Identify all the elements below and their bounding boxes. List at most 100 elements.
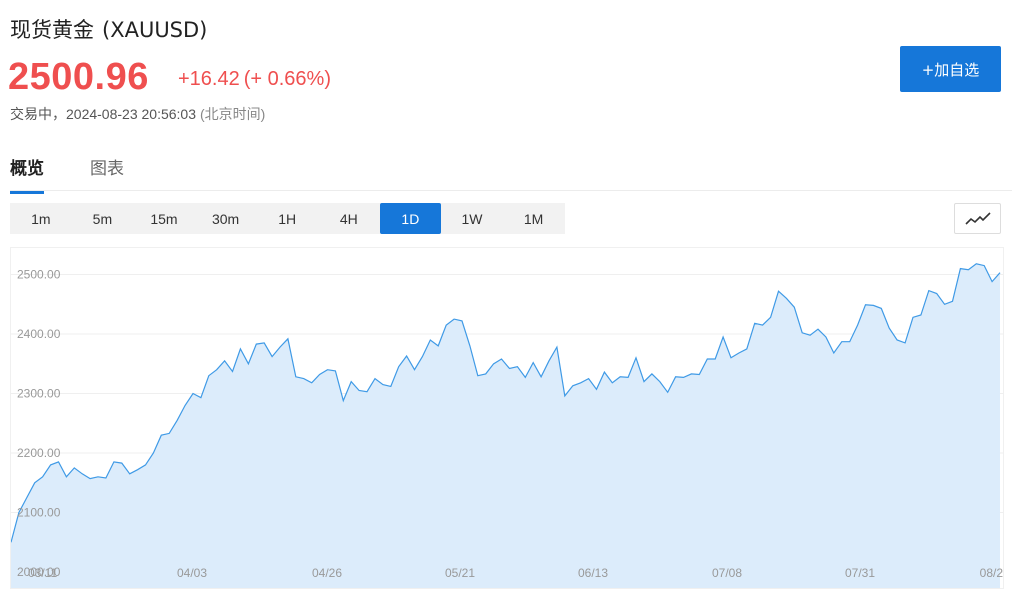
data-point	[501, 358, 502, 359]
data-point	[272, 356, 273, 357]
y-tick-label: 2300.00	[17, 387, 61, 401]
data-point	[541, 376, 542, 377]
data-point	[849, 341, 850, 342]
x-tick-label: 06/13	[578, 566, 608, 580]
trading-status-time: 交易中，2024-08-23 20:56:03	[10, 106, 196, 122]
data-point	[42, 476, 43, 477]
instrument-title: 现货黄金 (XAUUSD)	[10, 14, 207, 44]
period-5m[interactable]: 5m	[72, 203, 134, 234]
data-point	[738, 352, 739, 353]
data-point	[667, 392, 668, 393]
data-point	[311, 382, 312, 383]
data-point	[454, 319, 455, 320]
data-point	[675, 376, 676, 377]
data-point	[26, 497, 27, 498]
data-point	[192, 393, 193, 394]
data-point	[485, 373, 486, 374]
data-point	[596, 389, 597, 390]
data-point	[446, 325, 447, 326]
period-1h[interactable]: 1H	[256, 203, 318, 234]
data-point	[517, 366, 518, 367]
data-point	[477, 375, 478, 376]
data-point	[406, 355, 407, 356]
data-point	[707, 358, 708, 359]
data-point	[564, 395, 565, 396]
data-point	[295, 376, 296, 377]
data-point	[287, 338, 288, 339]
data-point	[319, 374, 320, 375]
data-point	[643, 381, 644, 382]
period-1w[interactable]: 1W	[441, 203, 503, 234]
data-point	[762, 325, 763, 326]
period-30m[interactable]: 30m	[195, 203, 257, 234]
data-point	[960, 268, 961, 269]
price-change-percent: (+ 0.66%)	[243, 68, 331, 90]
data-point	[786, 298, 787, 299]
timezone-label: (北京时间)	[200, 106, 266, 122]
data-point	[968, 269, 969, 270]
data-point	[928, 290, 929, 291]
data-point	[897, 339, 898, 340]
data-point	[659, 381, 660, 382]
data-point	[770, 317, 771, 318]
period-1m[interactable]: 1m	[10, 203, 72, 234]
data-point	[817, 329, 818, 330]
data-point	[509, 368, 510, 369]
data-point	[841, 341, 842, 342]
data-point	[651, 373, 652, 374]
data-point	[34, 482, 35, 483]
data-point	[74, 467, 75, 468]
y-tick-label: 2100.00	[17, 506, 61, 520]
current-price: 2500.96	[8, 56, 149, 98]
data-point	[999, 272, 1000, 273]
data-point	[730, 357, 731, 358]
data-point	[588, 378, 589, 379]
data-point	[857, 325, 858, 326]
x-tick-label: 04/26	[312, 566, 342, 580]
chart-type-button[interactable]	[954, 203, 1001, 234]
period-1mo[interactable]: 1M	[503, 203, 565, 234]
data-point	[556, 347, 557, 348]
price-chart-svg: 2500.002400.002300.002200.002100.002000.…	[11, 263, 1003, 588]
period-4h[interactable]: 4H	[318, 203, 380, 234]
tab-overview[interactable]: 概览	[10, 154, 44, 194]
data-point	[169, 433, 170, 434]
data-point	[200, 397, 201, 398]
data-point	[90, 478, 91, 479]
add-to-watchlist-button[interactable]: +加自选	[900, 46, 1001, 92]
data-point	[398, 366, 399, 367]
data-point	[881, 308, 882, 309]
data-point	[185, 405, 186, 406]
data-point	[461, 320, 462, 321]
data-point	[359, 390, 360, 391]
data-point	[944, 304, 945, 305]
data-point	[161, 435, 162, 436]
data-point	[635, 357, 636, 358]
data-point	[58, 461, 59, 462]
data-point	[366, 391, 367, 392]
data-point	[256, 344, 257, 345]
data-point	[232, 371, 233, 372]
price-change-value: +16.42	[178, 68, 240, 90]
y-tick-label: 2400.00	[17, 327, 61, 341]
data-point	[873, 305, 874, 306]
data-point	[129, 473, 130, 474]
data-point	[327, 369, 328, 370]
data-point	[121, 463, 122, 464]
data-point	[984, 265, 985, 266]
data-point	[97, 476, 98, 477]
data-point	[612, 382, 613, 383]
data-point	[794, 307, 795, 308]
data-point	[912, 317, 913, 318]
data-point	[746, 348, 747, 349]
data-point	[303, 378, 304, 379]
tab-chart[interactable]: 图表	[90, 154, 124, 191]
data-point	[279, 347, 280, 348]
period-15m[interactable]: 15m	[133, 203, 195, 234]
trading-status: 交易中，2024-08-23 20:56:03 (北京时间)	[10, 104, 265, 124]
data-point	[976, 263, 977, 264]
period-1d[interactable]: 1D	[379, 203, 442, 234]
data-point	[778, 291, 779, 292]
data-point	[422, 356, 423, 357]
data-point	[414, 369, 415, 370]
